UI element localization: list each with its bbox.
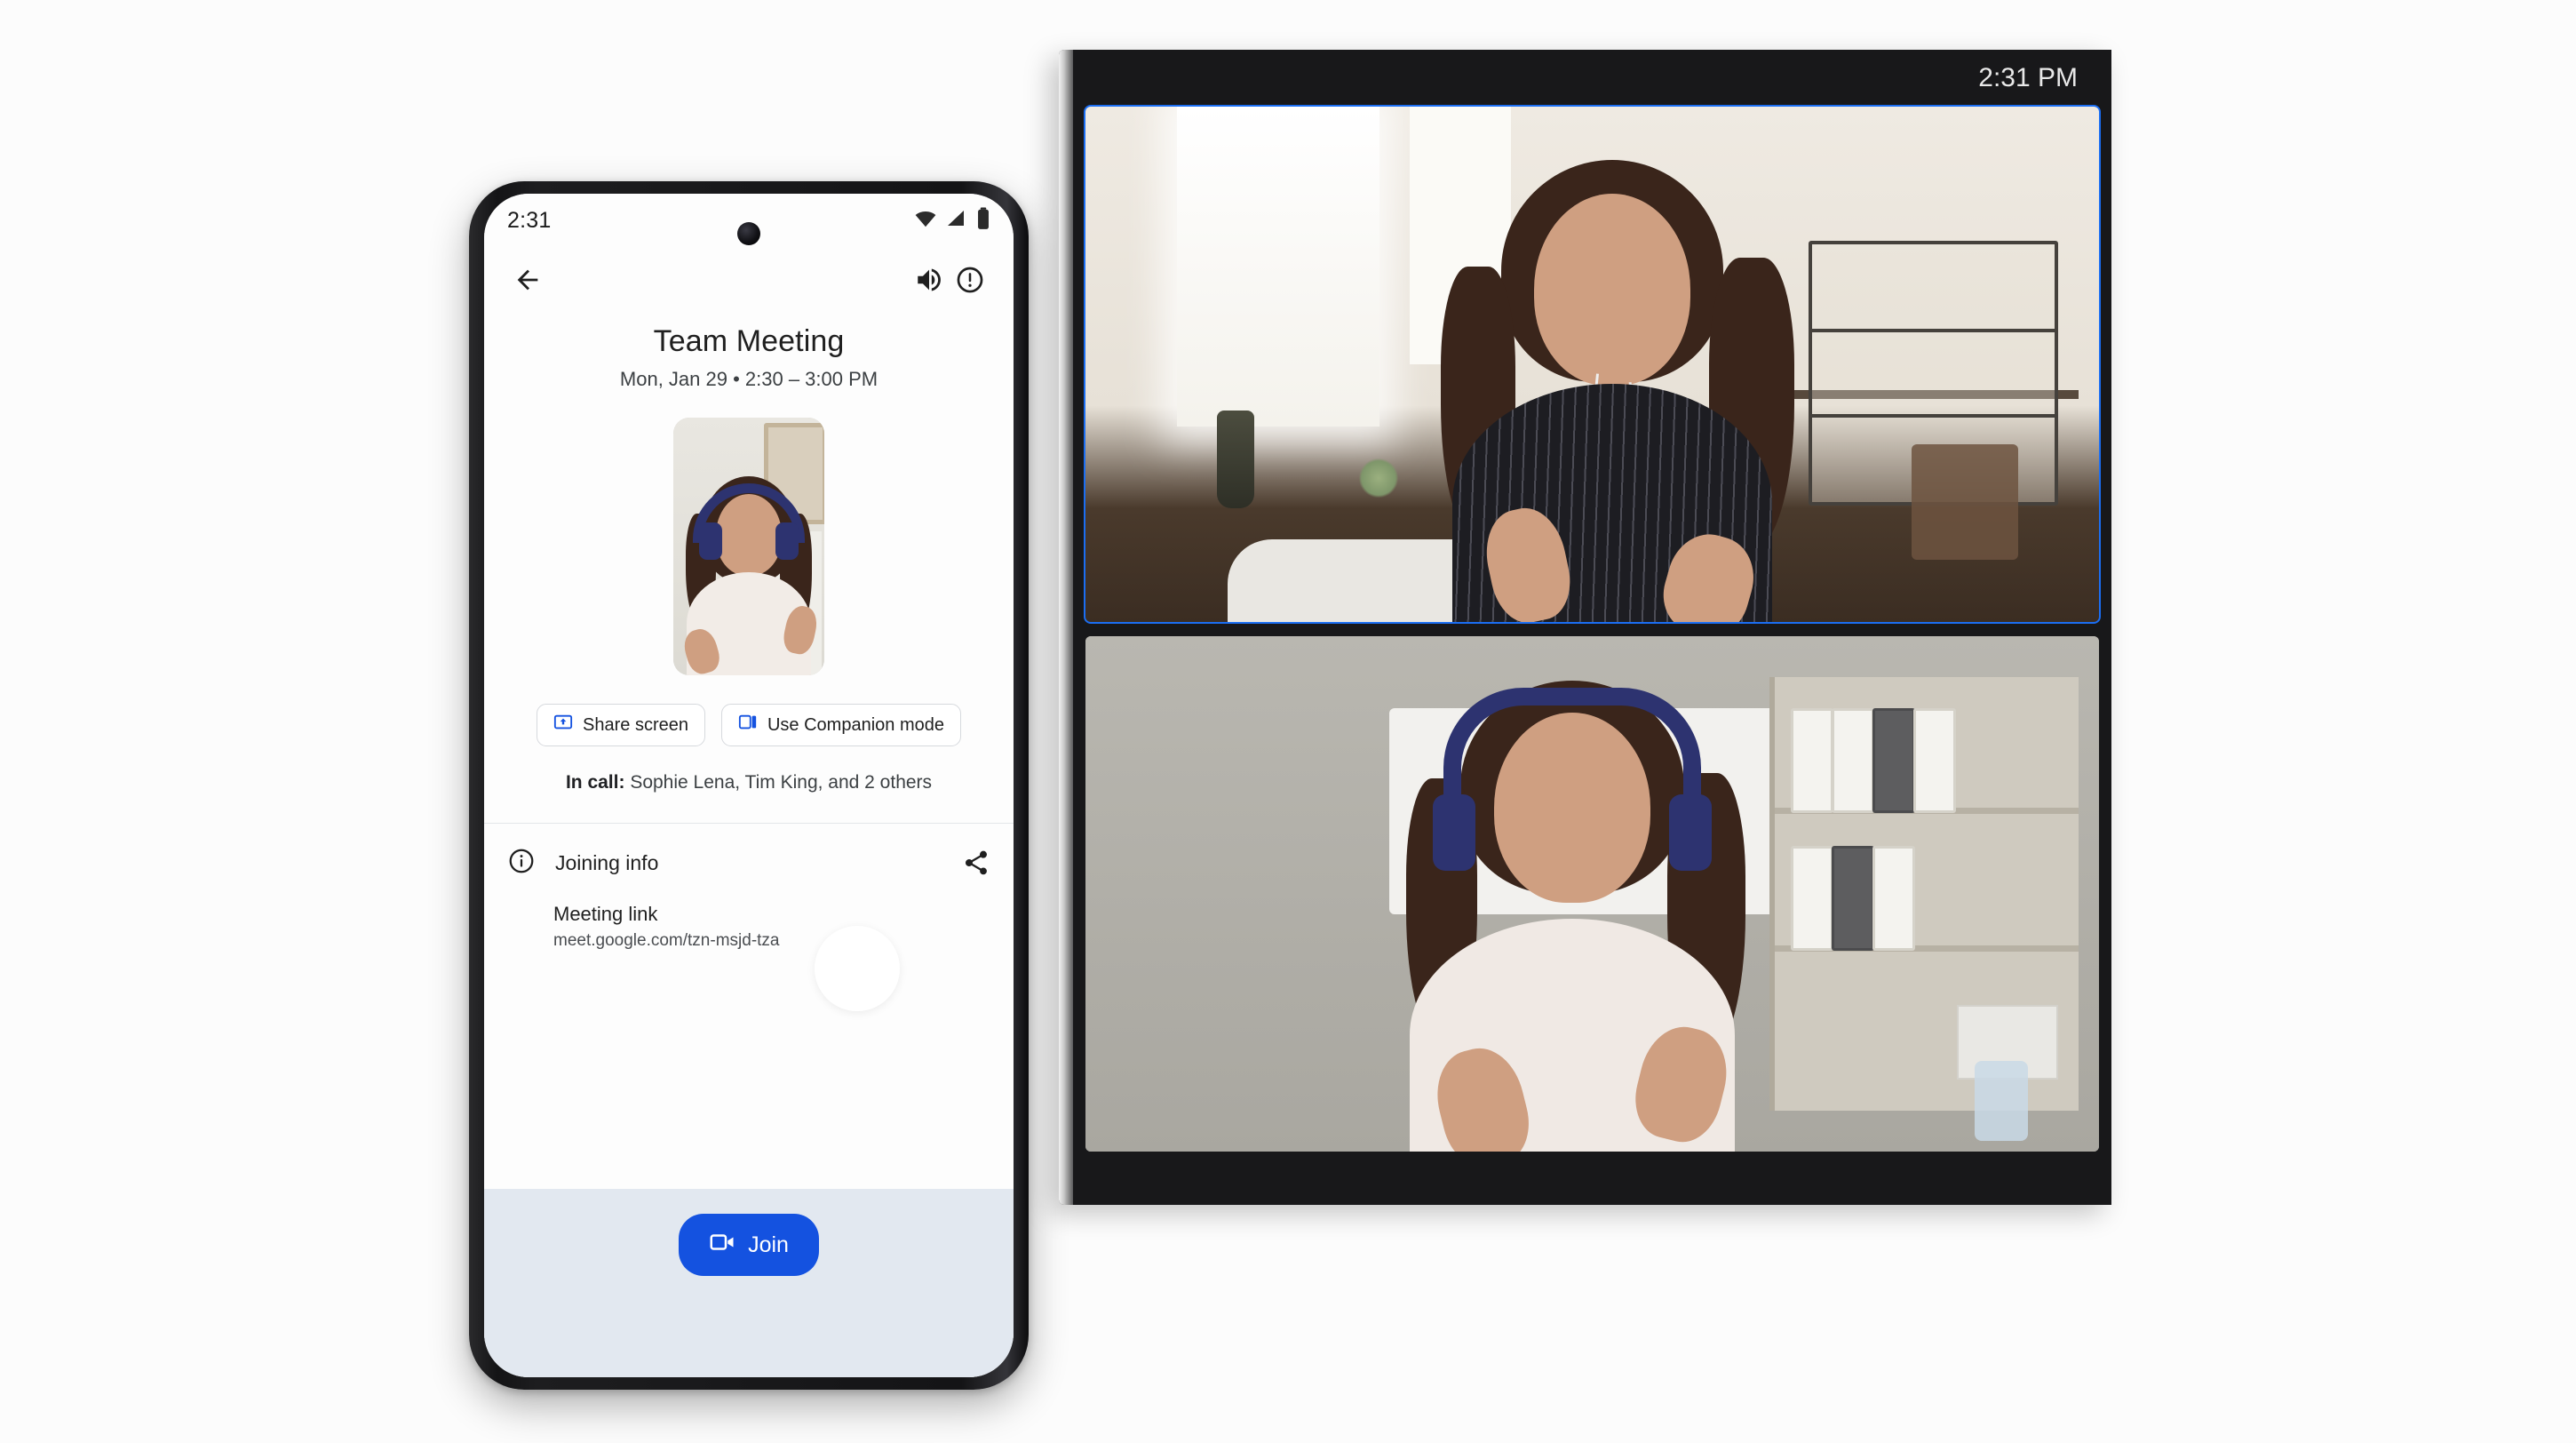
display-screen: 2:31 PM <box>1073 50 2111 1205</box>
participant-tile[interactable] <box>1085 636 2099 1152</box>
meeting-link-block[interactable]: Meeting link meet.google.com/tzn-msjd-tz… <box>484 880 1014 951</box>
companion-mode-icon <box>738 713 758 737</box>
front-camera-punch-hole <box>737 222 760 245</box>
share-icon[interactable] <box>962 849 990 877</box>
video-tile-grid <box>1073 105 2111 1164</box>
arrow-back-icon[interactable] <box>507 259 548 300</box>
display-clock: 2:31 PM <box>1978 63 2078 92</box>
wifi-icon <box>914 207 937 235</box>
share-screen-label: Share screen <box>583 714 688 735</box>
status-bar-icons <box>914 207 990 235</box>
joining-info-row: Joining info <box>484 824 1014 880</box>
app-bar <box>484 247 1014 313</box>
share-screen-button[interactable]: Share screen <box>537 704 705 747</box>
status-bar: 2:31 <box>484 194 1014 247</box>
video-camera-icon <box>709 1229 735 1262</box>
meeting-link-label: Meeting link <box>553 902 658 925</box>
exclamation-circle-icon[interactable] <box>950 259 990 300</box>
bottom-action-bar: Join <box>484 1189 1014 1377</box>
in-call-participants: In call: Sophie Lena, Tim King, and 2 ot… <box>504 769 994 796</box>
status-bar-clock: 2:31 <box>507 207 552 233</box>
phone-screen: 2:31 Team Meeting Mon, Jan 29 • 2:30 – 3… <box>484 194 1014 1377</box>
join-button-label: Join <box>748 1232 789 1257</box>
self-view-video[interactable] <box>673 418 824 676</box>
meeting-link-value[interactable]: meet.google.com/tzn-msjd-tza <box>553 931 990 951</box>
page-title: Team Meeting <box>653 324 845 358</box>
battery-icon <box>976 207 990 235</box>
display-left-bezel <box>1059 50 1073 1205</box>
info-circle-icon <box>507 847 536 880</box>
display-status-bar: 2:31 PM <box>1073 50 2111 107</box>
in-call-names: Sophie Lena, Tim King, and 2 others <box>624 772 933 793</box>
action-chip-row: Share screen Use Companion mode <box>484 704 1014 747</box>
use-companion-mode-label: Use Companion mode <box>767 714 944 735</box>
volume-up-icon[interactable] <box>909 259 950 300</box>
joining-info-label: Joining info <box>555 850 659 874</box>
cellular-signal-icon <box>946 208 967 234</box>
join-button[interactable]: Join <box>679 1214 819 1276</box>
present-to-all-icon <box>553 713 573 737</box>
meeting-schedule: Mon, Jan 29 • 2:30 – 3:00 PM <box>619 368 879 391</box>
in-call-prefix: In call: <box>565 772 625 793</box>
use-companion-mode-button[interactable]: Use Companion mode <box>720 704 961 747</box>
active-speaker-tile[interactable] <box>1084 105 2101 624</box>
